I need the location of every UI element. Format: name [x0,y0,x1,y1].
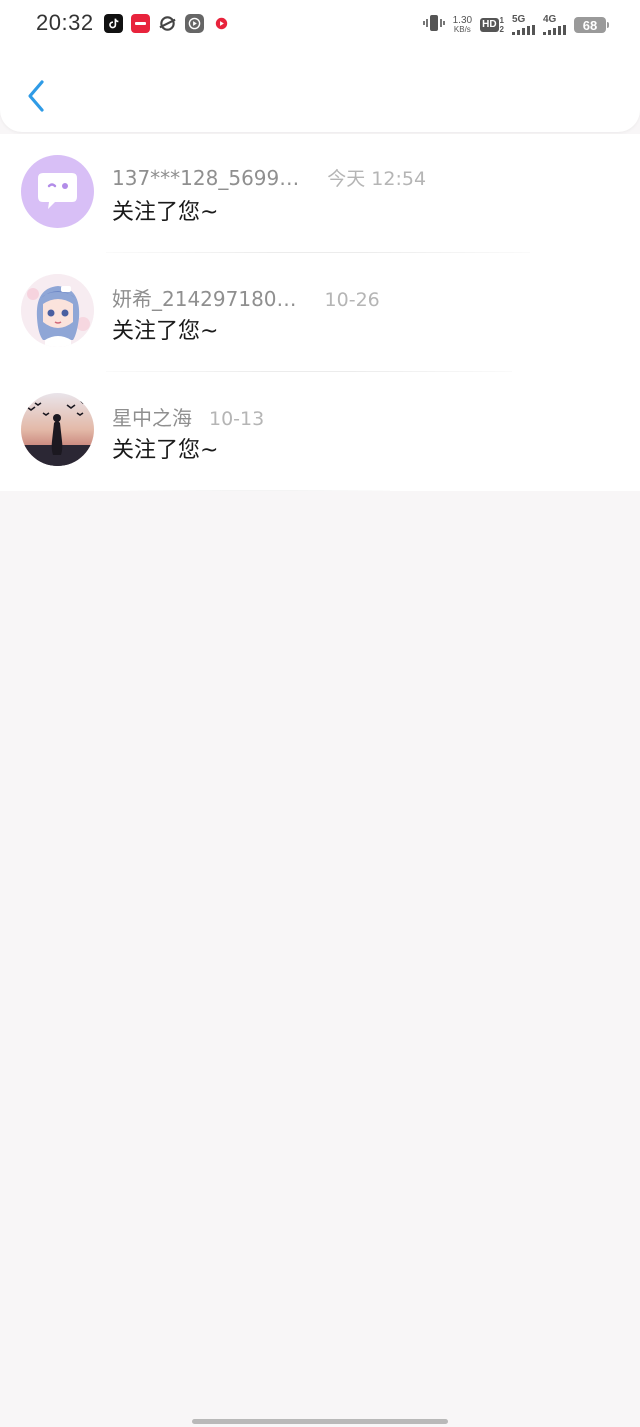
username[interactable]: 星中之海 [112,402,192,431]
back-button[interactable] [18,76,54,116]
timestamp: 10-26 [324,289,380,311]
list-item[interactable]: 星中之海 10-13 关注了您~ [0,372,640,491]
notification-icons [104,14,231,33]
list-item[interactable]: 137***128_5699… 今天 12:54 关注了您~ [0,134,640,253]
red-play-icon [212,14,231,33]
signal-4g-label: 4G [543,14,557,25]
timestamp: 10-13 [209,408,265,430]
system-icons: 1.30 KB/s HD 1 2 5G 4G 68 [422,12,609,38]
name-line: 137***128_5699… 今天 12:54 [112,164,426,191]
list-item[interactable]: 妍希_214297180… 10-26 关注了您~ [0,253,640,372]
name-line: 妍希_214297180… 10-26 [112,283,380,312]
red-app-icon [131,14,150,33]
signal-5g-label: 5G [512,14,526,25]
message-text: 关注了您~ [112,200,219,225]
screen: 20:32 1.30 KB/s HD 1 2 5G 4G 68 137***12… [0,0,640,1427]
hd-badge: HD 1 2 [480,16,504,34]
battery-icon: 68 [574,17,609,33]
divider [130,490,390,491]
message-list: 137***128_5699… 今天 12:54 关注了您~ 妍希_214297… [0,134,640,491]
chat-bubble-avatar[interactable] [21,155,94,228]
home-indicator[interactable] [192,1419,448,1424]
header: 20:32 1.30 KB/s HD 1 2 5G 4G 68 [0,0,640,132]
message-text: 关注了您~ [112,319,219,344]
status-time: 20:32 [36,10,94,35]
net-speed-unit: KB/s [453,25,471,34]
signal-4g-icon: 4G [543,15,566,35]
username[interactable]: 137***128_5699… [112,166,299,190]
play-icon [185,14,204,33]
chevron-left-icon [28,80,44,112]
status-bar: 20:32 1.30 KB/s HD 1 2 5G 4G 68 [0,0,640,50]
sunset-silhouette-avatar[interactable] [21,393,94,466]
net-speed: 1.30 KB/s [452,15,473,35]
signal-5g-icon: 5G [512,15,535,35]
username[interactable]: 妍希_214297180… [112,283,297,312]
battery-level: 68 [582,17,598,33]
planet-icon [158,14,177,33]
hd-sub-top: 1 [499,16,504,25]
message-text: 关注了您~ [112,438,219,463]
net-speed-value: 1.30 [452,15,473,26]
hd-label: HD [480,18,499,32]
anime-girl-avatar[interactable] [21,274,94,347]
tiktok-icon [104,14,123,33]
hd-sub-bottom: 2 [499,25,504,34]
vibrate-icon [422,14,445,37]
timestamp: 今天 12:54 [327,168,427,190]
name-line: 星中之海 10-13 [112,402,264,431]
